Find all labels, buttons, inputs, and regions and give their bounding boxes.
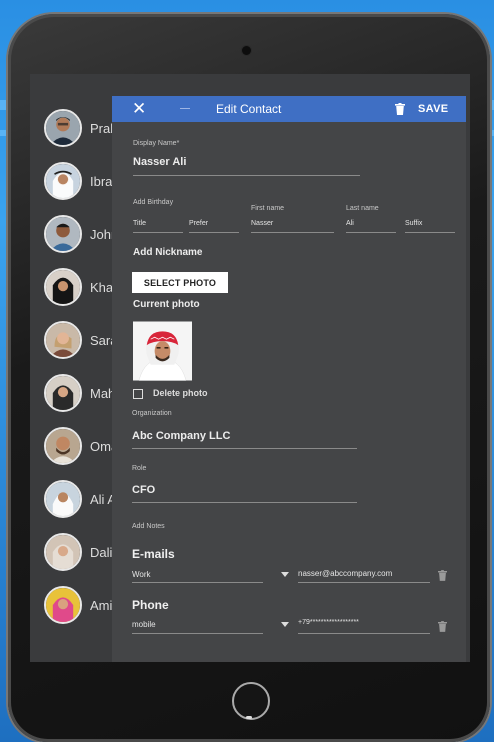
phone-underline xyxy=(298,633,430,634)
contact-list-item[interactable]: Mah xyxy=(44,373,115,413)
trash-icon[interactable] xyxy=(438,621,447,632)
avatar xyxy=(44,321,82,359)
contact-list-item[interactable]: Sara xyxy=(44,320,117,360)
display-name-field[interactable]: Nasser Ali xyxy=(133,156,186,168)
role-underline xyxy=(132,502,357,503)
suffix-field[interactable]: Suffix xyxy=(405,220,422,227)
avatar xyxy=(44,374,82,412)
display-name-underline xyxy=(133,175,360,176)
contact-name: Ami xyxy=(90,597,113,613)
save-button[interactable]: SAVE xyxy=(418,103,448,115)
avatar xyxy=(44,427,82,465)
home-indicator xyxy=(246,716,252,719)
phone-section-label: Phone xyxy=(132,598,169,612)
minimize-icon[interactable] xyxy=(180,108,190,109)
prefix-field[interactable]: Prefer xyxy=(189,220,208,227)
phone-type-underline xyxy=(132,633,263,634)
contact-list-item[interactable]: Ami xyxy=(44,585,112,625)
role-field[interactable]: CFO xyxy=(132,484,155,496)
camera-icon xyxy=(242,46,251,55)
last-name-label: Last name xyxy=(346,205,379,212)
chevron-down-icon[interactable] xyxy=(281,622,289,627)
email-field[interactable]: nasser@abccompany.com xyxy=(298,569,392,578)
avatar xyxy=(44,162,82,200)
email-type-select[interactable]: Work xyxy=(132,570,151,579)
add-birthday-label[interactable]: Add Birthday xyxy=(133,199,173,206)
delete-photo-checkbox[interactable] xyxy=(133,389,143,399)
contact-list-item[interactable]: John xyxy=(44,214,118,254)
title-underline xyxy=(133,232,183,233)
email-underline xyxy=(298,582,430,583)
emails-section-label: E-mails xyxy=(132,547,175,561)
display-name-label: Display Name* xyxy=(133,140,180,147)
add-nickname-link[interactable]: Add Nickname xyxy=(133,247,202,258)
trash-icon[interactable] xyxy=(438,570,447,581)
phone-type-select[interactable]: mobile xyxy=(132,620,156,629)
first-name-underline xyxy=(251,232,334,233)
contact-list-item[interactable]: Khad xyxy=(44,267,120,307)
delete-photo-label: Delete photo xyxy=(153,388,208,398)
avatar xyxy=(44,533,82,571)
organization-field[interactable]: Abc Company LLC xyxy=(132,430,230,442)
prefix-underline xyxy=(189,232,239,233)
avatar xyxy=(44,480,82,518)
contact-list-item[interactable]: Ali A xyxy=(44,479,116,519)
close-icon[interactable]: ✕ xyxy=(132,98,146,120)
first-name-label: First name xyxy=(251,205,285,212)
home-button[interactable] xyxy=(232,682,270,720)
first-name-field[interactable]: Nasser xyxy=(251,220,273,227)
avatar xyxy=(44,109,82,147)
last-name-field[interactable]: Ali xyxy=(346,220,354,227)
avatar xyxy=(44,586,82,624)
organization-label: Organization xyxy=(132,410,172,417)
contact-photo xyxy=(133,321,192,381)
avatar xyxy=(44,215,82,253)
contact-list-item[interactable]: Dalia xyxy=(44,532,120,572)
contact-list-item[interactable]: Oma xyxy=(44,426,118,466)
title-field[interactable]: Title xyxy=(133,220,146,227)
chevron-down-icon[interactable] xyxy=(281,572,289,577)
dialog-title: Edit Contact xyxy=(216,102,282,116)
select-photo-button[interactable]: SELECT PHOTO xyxy=(132,272,228,293)
avatar xyxy=(44,268,82,306)
suffix-underline xyxy=(405,232,455,233)
organization-underline xyxy=(132,448,357,449)
edit-contact-dialog: ✕ Edit Contact SAVE Display Name* Nasser… xyxy=(112,96,466,662)
trash-icon[interactable] xyxy=(395,103,405,115)
email-type-underline xyxy=(132,582,263,583)
contact-list-item[interactable]: Prak xyxy=(44,108,117,148)
role-label: Role xyxy=(132,465,147,472)
last-name-underline xyxy=(346,232,396,233)
contact-list-item[interactable]: Ibral xyxy=(44,161,115,201)
tablet-screen: Prak Ibral John Khad Sara Mah Oma Ali A … xyxy=(30,74,470,662)
current-photo-label: Current photo xyxy=(133,299,200,310)
dialog-header: ✕ Edit Contact SAVE xyxy=(112,96,466,122)
add-notes-link[interactable]: Add Notes xyxy=(132,523,165,530)
phone-field[interactable]: +79****************** xyxy=(298,619,359,626)
